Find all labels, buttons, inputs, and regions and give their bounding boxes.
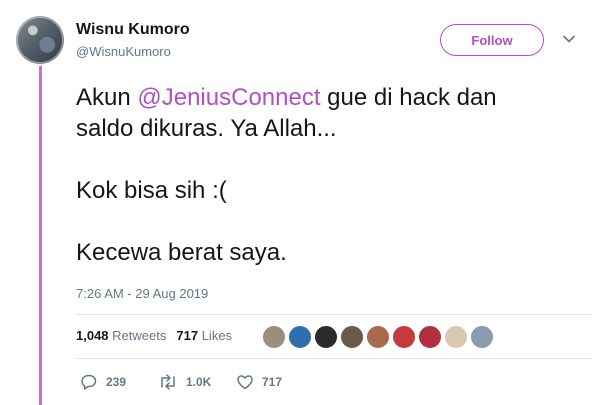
user-handle[interactable]: @WisnuKumoro: [76, 44, 171, 59]
reply-button[interactable]: 239: [80, 373, 158, 391]
like-button[interactable]: 717: [236, 373, 314, 391]
liker-avatar[interactable]: [418, 325, 442, 349]
user-name[interactable]: Wisnu Kumoro: [76, 21, 190, 39]
tweet-text: Akun @JeniusConnect gue di hack dan sald…: [76, 82, 586, 268]
liker-avatars: [262, 325, 494, 349]
reply-count: 239: [106, 375, 127, 389]
retweet-button[interactable]: 1.0K: [158, 373, 236, 391]
tweet-line-4: Kecewa berat saya.: [76, 239, 287, 266]
tweet-line-1: Akun @JeniusConnect gue di hack dan: [76, 84, 497, 111]
timestamp[interactable]: 7:26 AM - 29 Aug 2019: [76, 286, 208, 301]
action-bar: 239 1.0K 717: [80, 373, 314, 391]
liker-avatar[interactable]: [366, 325, 390, 349]
liker-avatar[interactable]: [262, 325, 286, 349]
liker-avatar[interactable]: [444, 325, 468, 349]
liker-avatar[interactable]: [288, 325, 312, 349]
liker-avatar[interactable]: [470, 325, 494, 349]
like-count: 717: [262, 375, 283, 389]
heart-icon: [237, 375, 253, 390]
liker-avatar[interactable]: [314, 325, 338, 349]
liker-avatar[interactable]: [392, 325, 416, 349]
retweet-count: 1.0K: [186, 375, 212, 389]
chevron-down-icon[interactable]: [562, 32, 576, 46]
retweet-icon: [161, 374, 175, 390]
mention-link[interactable]: @JeniusConnect: [137, 84, 320, 111]
avatar[interactable]: [16, 16, 64, 64]
likes-stat[interactable]: 717 Likes: [176, 328, 232, 343]
follow-button[interactable]: Follow: [440, 24, 544, 56]
divider: [76, 358, 591, 359]
engagement-stats: 1,048 Retweets 717 Likes: [76, 328, 232, 343]
tweet-line-3: Kok bisa sih :(: [76, 177, 227, 204]
retweets-stat[interactable]: 1,048 Retweets: [76, 328, 166, 343]
liker-avatar[interactable]: [340, 325, 364, 349]
reply-icon: [81, 374, 97, 390]
divider: [76, 314, 591, 315]
tweet-line-2: saldo dikuras. Ya Allah...: [76, 115, 337, 142]
thread-line: [39, 66, 42, 405]
